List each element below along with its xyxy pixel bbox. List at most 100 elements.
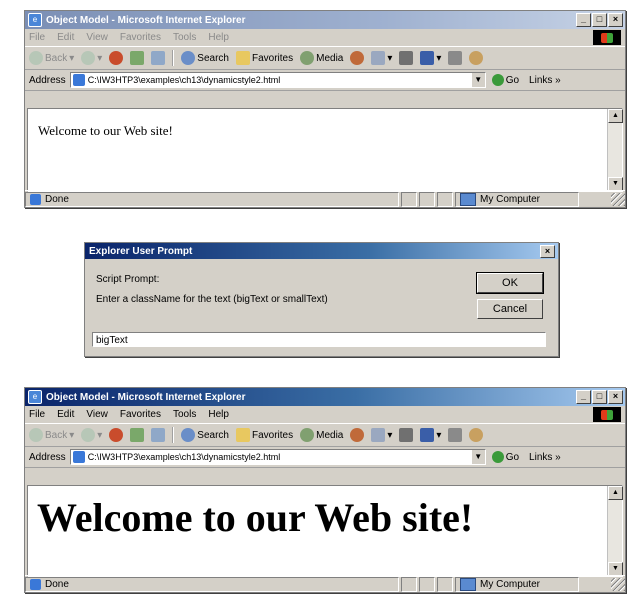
- address-dropdown-icon[interactable]: ▼: [470, 73, 485, 87]
- menu-tools[interactable]: Tools: [173, 32, 196, 43]
- dialog-title-bar[interactable]: Explorer User Prompt ×: [85, 243, 558, 259]
- media-icon: [300, 51, 315, 65]
- resize-grip-icon[interactable]: [611, 192, 625, 206]
- menu-favorites[interactable]: Favorites: [120, 32, 161, 43]
- print-button[interactable]: [399, 51, 414, 65]
- favorites-button[interactable]: Favorites: [235, 428, 294, 442]
- go-button[interactable]: Go: [491, 74, 520, 86]
- word-button[interactable]: ▾: [420, 51, 441, 65]
- address-input[interactable]: C:\IW3HTP3\examples\ch13\dynamicstyle2.h…: [69, 449, 486, 465]
- history-button[interactable]: [350, 51, 365, 65]
- menu-file[interactable]: File: [29, 32, 45, 43]
- prompt-input[interactable]: bigText: [92, 332, 546, 347]
- maximize-icon[interactable]: □: [592, 390, 607, 404]
- title-bar[interactable]: e Object Model - Microsoft Internet Expl…: [25, 388, 625, 406]
- status-main: Done: [25, 191, 399, 207]
- history-button[interactable]: [350, 428, 365, 442]
- go-label: Go: [505, 74, 520, 86]
- windows-logo-icon: [593, 407, 621, 422]
- scroll-down-icon[interactable]: ▼: [608, 562, 623, 576]
- menu-file[interactable]: File: [29, 409, 45, 420]
- menu-help[interactable]: Help: [208, 409, 229, 420]
- status-cell: [401, 576, 417, 592]
- word-button[interactable]: ▾: [420, 428, 441, 442]
- computer-icon: [460, 192, 476, 206]
- user-prompt-dialog: Explorer User Prompt × Script Prompt: En…: [84, 242, 559, 357]
- menu-edit[interactable]: Edit: [57, 409, 74, 420]
- close-icon[interactable]: ×: [608, 13, 623, 27]
- favorites-button[interactable]: Favorites: [235, 51, 294, 65]
- status-text: Done: [45, 193, 69, 205]
- messenger-button[interactable]: [469, 428, 484, 442]
- ie-icon: e: [28, 13, 42, 27]
- home-button[interactable]: [151, 51, 166, 65]
- address-input[interactable]: C:\IW3HTP3\examples\ch13\dynamicstyle2.h…: [69, 72, 486, 88]
- media-button[interactable]: Media: [300, 428, 343, 442]
- status-cell: [401, 191, 417, 207]
- edit-page-icon: [448, 428, 463, 442]
- edit-button[interactable]: [448, 428, 463, 442]
- menu-edit[interactable]: Edit: [57, 32, 74, 43]
- favorites-icon: [235, 51, 250, 65]
- close-icon[interactable]: ×: [608, 390, 623, 404]
- home-button[interactable]: [151, 428, 166, 442]
- page-icon: [72, 451, 85, 463]
- forward-button[interactable]: ▾: [81, 428, 102, 442]
- title-bar[interactable]: e Object Model - Microsoft Internet Expl…: [25, 11, 625, 29]
- minimize-icon[interactable]: _: [576, 390, 591, 404]
- links-button[interactable]: Links »: [529, 452, 561, 463]
- cancel-button[interactable]: Cancel: [477, 299, 543, 319]
- vertical-scrollbar[interactable]: ▲ ▼: [607, 109, 623, 191]
- menu-view[interactable]: View: [86, 409, 108, 420]
- address-dropdown-icon[interactable]: ▼: [470, 450, 485, 464]
- dialog-title: Explorer User Prompt: [89, 245, 193, 257]
- media-button[interactable]: Media: [300, 51, 343, 65]
- favorites-label: Favorites: [251, 52, 294, 64]
- mail-button[interactable]: ▾: [371, 428, 392, 442]
- done-icon: [30, 578, 41, 590]
- messenger-icon: [469, 428, 484, 442]
- maximize-icon[interactable]: □: [592, 13, 607, 27]
- stop-button[interactable]: [109, 51, 124, 65]
- stop-button[interactable]: [109, 428, 124, 442]
- scroll-down-icon[interactable]: ▼: [608, 177, 623, 191]
- back-button[interactable]: Back ▾: [29, 428, 74, 442]
- address-bar: Address C:\IW3HTP3\examples\ch13\dynamic…: [25, 70, 625, 91]
- menu-help[interactable]: Help: [208, 32, 229, 43]
- forward-button[interactable]: ▾: [81, 51, 102, 65]
- minimize-icon[interactable]: _: [576, 13, 591, 27]
- forward-arrow-icon: [81, 51, 96, 65]
- address-value: C:\IW3HTP3\examples\ch13\dynamicstyle2.h…: [87, 452, 281, 462]
- refresh-button[interactable]: [130, 51, 145, 65]
- vertical-scrollbar[interactable]: ▲ ▼: [607, 486, 623, 576]
- search-button[interactable]: Search: [181, 51, 229, 65]
- mail-icon: [371, 428, 386, 442]
- stop-icon: [109, 428, 124, 442]
- caption-buttons: _ □ ×: [576, 390, 623, 404]
- scroll-up-icon[interactable]: ▲: [608, 109, 623, 123]
- history-icon: [350, 51, 365, 65]
- favorites-label: Favorites: [251, 429, 294, 441]
- prompt-label: Script Prompt:: [96, 274, 160, 285]
- close-icon[interactable]: ×: [540, 245, 555, 258]
- resize-grip-icon[interactable]: [611, 577, 625, 591]
- print-button[interactable]: [399, 428, 414, 442]
- page-content: Welcome to our Web site! ▲ ▼: [27, 485, 623, 577]
- home-icon: [151, 428, 166, 442]
- back-button[interactable]: Back ▾: [29, 51, 74, 65]
- status-bar: Done My Computer: [25, 190, 625, 207]
- menu-view[interactable]: View: [86, 32, 108, 43]
- links-button[interactable]: Links »: [529, 75, 561, 86]
- scroll-up-icon[interactable]: ▲: [608, 486, 623, 500]
- menu-favorites[interactable]: Favorites: [120, 409, 161, 420]
- menu-tools[interactable]: Tools: [173, 409, 196, 420]
- edit-button[interactable]: [448, 51, 463, 65]
- messenger-button[interactable]: [469, 51, 484, 65]
- ok-button[interactable]: OK: [476, 272, 544, 294]
- mail-button[interactable]: ▾: [371, 51, 392, 65]
- go-arrow-icon: [491, 74, 504, 86]
- go-button[interactable]: Go: [491, 451, 519, 463]
- forward-arrow-icon: [81, 428, 96, 442]
- search-button[interactable]: Search: [181, 428, 229, 442]
- refresh-button[interactable]: [130, 428, 145, 442]
